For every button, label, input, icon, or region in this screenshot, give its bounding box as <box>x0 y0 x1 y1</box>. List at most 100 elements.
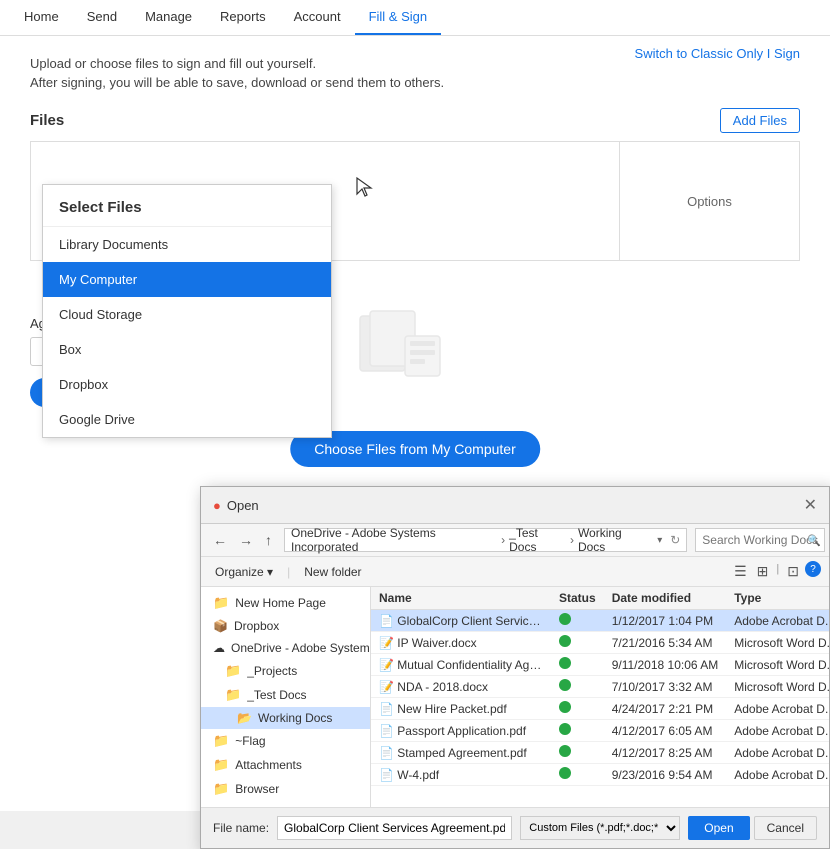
cancel-button[interactable]: Cancel <box>754 816 817 840</box>
switch-link[interactable]: Switch to Classic Only I Sign <box>635 46 800 61</box>
nav-send[interactable]: Send <box>73 0 131 35</box>
nav-fill-sign[interactable]: Fill & Sign <box>355 0 442 35</box>
add-files-button[interactable]: Add Files <box>720 108 800 133</box>
folder-icon: 📁 <box>213 757 229 773</box>
file-type: Adobe Acrobat D. <box>726 698 829 720</box>
select-files-my-computer[interactable]: My Computer <box>43 262 331 297</box>
folder-icon: 📁 <box>213 805 229 807</box>
dropbox-icon: 📦 <box>213 619 228 633</box>
left-item-working-docs[interactable]: 📂 Working Docs <box>201 707 370 729</box>
folder-icon: 📁 <box>213 595 229 611</box>
left-item-onedrive[interactable]: ☁ OneDrive - Adobe Systems Incorporated <box>201 637 370 659</box>
up-button[interactable]: ↑ <box>261 530 276 550</box>
breadcrumb-onedrive[interactable]: OneDrive - Adobe Systems Incorporated <box>291 526 497 554</box>
nav-account[interactable]: Account <box>280 0 355 35</box>
dialog-toolbar: ← → ↑ OneDrive - Adobe Systems Incorpora… <box>201 524 829 557</box>
file-name: 📝 Mutual Confidentiality Agreement.docx <box>371 654 551 676</box>
onedrive-icon: ☁ <box>213 641 225 655</box>
select-files-overlay: Select Files Library Documents My Comput… <box>42 184 332 438</box>
file-status <box>551 742 604 764</box>
file-date: 7/10/2017 3:32 AM <box>604 676 727 698</box>
dialog-title: ● Open <box>213 498 259 513</box>
breadcrumb-test-docs[interactable]: _Test Docs <box>509 526 566 554</box>
col-date[interactable]: Date modified <box>604 587 727 610</box>
view-details-icon[interactable]: ⊞ <box>753 561 773 582</box>
file-name: 📝 IP Waiver.docx <box>371 632 551 654</box>
nav-home[interactable]: Home <box>10 0 73 35</box>
table-row[interactable]: 📝 Mutual Confidentiality Agreement.docx 9… <box>371 654 829 676</box>
file-name: 📄 Stamped Agreement.pdf <box>371 742 551 764</box>
breadcrumb-bar: OneDrive - Adobe Systems Incorporated › … <box>284 528 687 552</box>
folder-icon: 📁 <box>213 733 229 749</box>
select-files-cloud[interactable]: Cloud Storage <box>43 297 331 332</box>
file-status <box>551 676 604 698</box>
breadcrumb-sep2: › <box>570 533 574 547</box>
file-status <box>551 764 604 786</box>
view-sep: | <box>774 561 781 582</box>
col-type[interactable]: Type <box>726 587 829 610</box>
view-preview-icon[interactable]: ⊡ <box>783 561 803 582</box>
folder-icon: 📁 <box>225 687 241 703</box>
view-list-icon[interactable]: ☰ <box>730 561 751 582</box>
nav-manage[interactable]: Manage <box>131 0 206 35</box>
file-status <box>551 610 604 632</box>
file-type: Microsoft Word D. <box>726 676 829 698</box>
file-status <box>551 698 604 720</box>
file-name: 📄 W-4.pdf <box>371 764 551 786</box>
dialog-footer: File name: Custom Files (*.pdf;*.doc;*.d… <box>201 807 829 848</box>
select-files-dropbox[interactable]: Dropbox <box>43 367 331 402</box>
back-button[interactable]: ← <box>209 530 231 550</box>
col-name[interactable]: Name <box>371 587 551 610</box>
table-row[interactable]: 📄 W-4.pdf9/23/2016 9:54 AMAdobe Acrobat … <box>371 764 829 786</box>
file-table: Name Status Date modified Type 📄 GlobalC… <box>371 587 829 786</box>
file-type: Adobe Acrobat D. <box>726 764 829 786</box>
breadcrumb-dropdown-icon[interactable]: ▾ <box>657 535 662 546</box>
select-files-header: Select Files <box>43 185 331 227</box>
left-item-office-templates[interactable]: 📁 Custom Office Templates <box>201 801 370 807</box>
table-row[interactable]: 📄 GlobalCorp Client Services Agreement.p… <box>371 610 829 632</box>
dialog-close-button[interactable]: ✕ <box>804 495 817 515</box>
file-status <box>551 632 604 654</box>
left-item-dropbox[interactable]: 📦 Dropbox <box>201 615 370 637</box>
search-input[interactable] <box>695 528 825 552</box>
file-date: 9/11/2018 10:06 AM <box>604 654 727 676</box>
file-date: 4/12/2017 8:25 AM <box>604 742 727 764</box>
refresh-icon[interactable]: ↻ <box>670 533 680 547</box>
left-item-attachments[interactable]: 📁 Attachments <box>201 753 370 777</box>
col-status[interactable]: Status <box>551 587 604 610</box>
table-row[interactable]: 📝 NDA - 2018.docx7/10/2017 3:32 AMMicros… <box>371 676 829 698</box>
table-row[interactable]: 📄 Passport Application.pdf4/12/2017 6:05… <box>371 720 829 742</box>
select-files-box[interactable]: Box <box>43 332 331 367</box>
file-date: 4/24/2017 2:21 PM <box>604 698 727 720</box>
new-folder-button[interactable]: New folder <box>298 563 367 581</box>
table-row[interactable]: 📄 Stamped Agreement.pdf 4/12/2017 8:25 AM… <box>371 742 829 764</box>
left-item-browser[interactable]: 📁 Browser <box>201 777 370 801</box>
filename-input[interactable] <box>277 816 512 840</box>
forward-button[interactable]: → <box>235 530 257 550</box>
open-button[interactable]: Open <box>688 816 749 840</box>
filetype-select[interactable]: Custom Files (*.pdf;*.doc;*.doc... <box>520 816 680 840</box>
left-item-test-docs[interactable]: 📁 _Test Docs <box>201 683 370 707</box>
file-date: 4/12/2017 6:05 AM <box>604 720 727 742</box>
folder-icon: 📁 <box>213 781 229 797</box>
breadcrumb-working-docs[interactable]: Working Docs <box>578 526 649 554</box>
help-icon[interactable]: ? <box>805 561 821 577</box>
left-item-new-home[interactable]: 📁 New Home Page <box>201 591 370 615</box>
chrome-icon: ● <box>213 498 221 513</box>
action-separator: | <box>287 565 290 579</box>
left-item-projects[interactable]: 📁 _Projects <box>201 659 370 683</box>
view-icons: ☰ ⊞ | ⊡ ? <box>730 561 821 582</box>
table-row[interactable]: 📝 IP Waiver.docx7/21/2016 5:34 AMMicroso… <box>371 632 829 654</box>
file-open-dialog: ● Open ✕ ← → ↑ OneDrive - Adobe Systems … <box>200 486 830 849</box>
left-item-flag[interactable]: 📁 ~Flag <box>201 729 370 753</box>
dialog-buttons: Open Cancel <box>688 816 817 840</box>
upload-description: Upload or choose files to sign and fill … <box>30 56 800 90</box>
top-navigation: Home Send Manage Reports Account Fill & … <box>0 0 830 36</box>
nav-reports[interactable]: Reports <box>206 0 280 35</box>
organize-button[interactable]: Organize ▾ <box>209 563 279 581</box>
select-files-library[interactable]: Library Documents <box>43 227 331 262</box>
select-files-gdrive[interactable]: Google Drive <box>43 402 331 437</box>
folder-icon: 📁 <box>225 663 241 679</box>
file-name: 📄 New Hire Packet.pdf <box>371 698 551 720</box>
table-row[interactable]: 📄 New Hire Packet.pdf 4/24/2017 2:21 PMAd… <box>371 698 829 720</box>
